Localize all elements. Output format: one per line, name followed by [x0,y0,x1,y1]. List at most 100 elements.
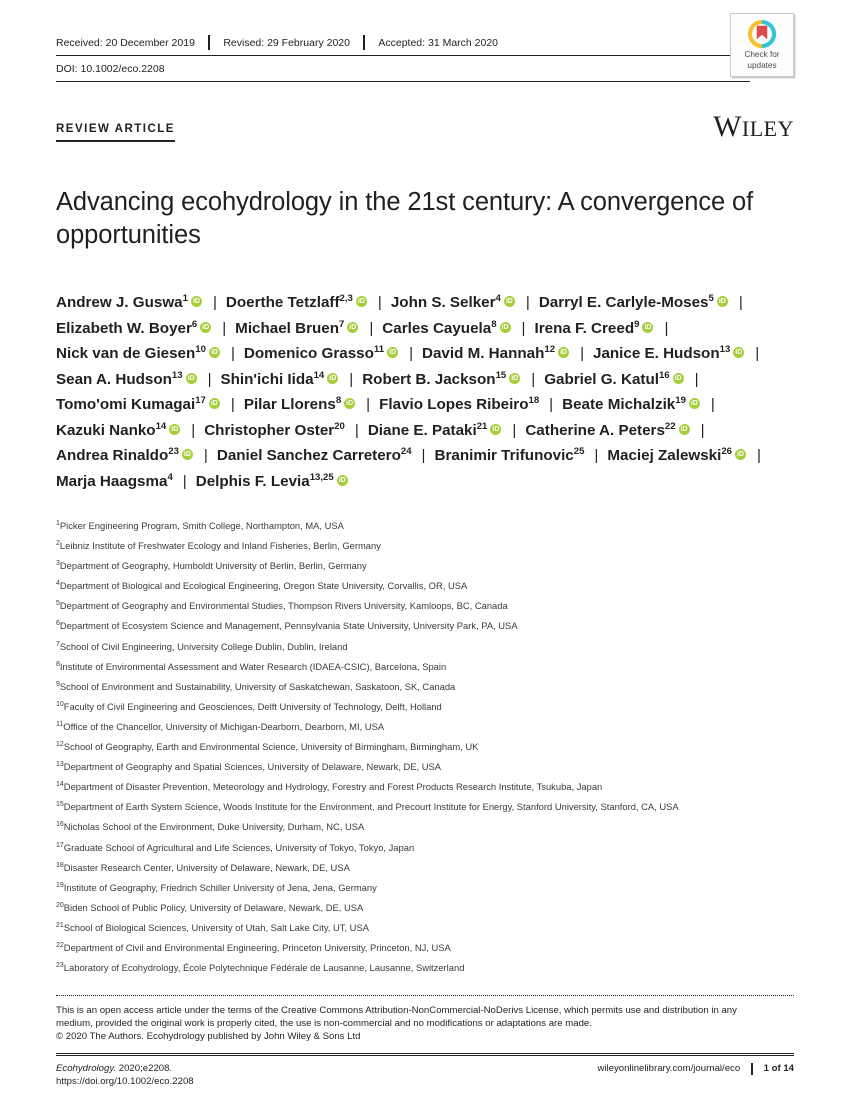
affiliation-text: Nicholas School of the Environment, Duke… [63,821,365,833]
author-entry: Nick van de Giesen10 [56,345,221,362]
doi-url[interactable]: https://doi.org/10.1002/eco.2208 [56,1075,194,1088]
author-separator: | [700,421,705,439]
author-affiliation-ref: 17 [195,394,206,406]
orcid-icon[interactable] [499,321,511,333]
orcid-icon[interactable] [642,321,654,333]
orcid-icon[interactable] [200,321,212,333]
author-separator: | [377,294,382,311]
author-entry: Marja Haagsma4 [56,472,173,489]
orcid-icon[interactable] [558,347,570,358]
affiliation-number: 13 [56,761,64,768]
author-name: Tomo'omi Kumagai [56,396,196,413]
orcid-icon[interactable] [678,423,690,435]
orcid-icon[interactable] [733,347,745,358]
affiliation-text: Department of Ecosystem Science and Mana… [59,620,518,632]
author-affiliation-ref: 13 [171,369,183,381]
orcid-icon[interactable] [490,423,502,435]
affiliation-item: 21School of Biological Sciences, Univers… [56,922,794,933]
author-name: Beate Michalzik [562,396,676,413]
author-entry: Christopher Oster20 [204,421,345,438]
orcid-icon[interactable] [169,423,181,435]
author-entry: Michael Bruen7 [235,319,359,337]
author-name: Irena F. Creed [534,319,635,337]
author-entry: Catherine A. Peters22 [525,420,690,439]
author-name: Branimir Trifunovic [434,447,574,464]
orcid-icon[interactable] [387,347,399,358]
orcid-icon[interactable] [344,398,356,409]
affiliation-item: 7School of Civil Engineering, University… [56,640,794,651]
journal-url[interactable]: wileyonlinelibrary.com/journal/eco [597,1062,751,1075]
orcid-icon[interactable] [672,372,684,384]
author-name: Maciej Zalewski [607,447,722,464]
orcid-icon[interactable] [190,296,202,307]
orcid-icon[interactable] [327,372,339,384]
affiliation-number: 16 [56,821,64,829]
orcid-icon[interactable] [716,296,728,307]
author-name: Elizabeth W. Boyer [56,319,192,337]
license-zone: This is an open access article under the… [56,995,794,1044]
author-name: Janice E. Hudson [593,345,720,362]
badge-label-line2: updates [747,60,777,70]
affiliation-text: Office of the Chancellor, University of … [63,720,385,732]
affiliation-list: 1Picker Engineering Program, Smith Colle… [56,520,794,973]
article-type-kicker: REVIEW ARTICLE [56,123,175,142]
orcid-icon[interactable] [688,398,700,409]
affiliation-number: 19 [56,881,64,889]
author-name: John S. Selker [390,294,496,311]
orcid-icon[interactable] [355,296,367,307]
author-affiliation-ref: 26 [721,445,733,457]
citation-volume: 2020;e2208. [116,1063,173,1075]
orcid-icon[interactable] [185,372,197,384]
author-separator: | [710,396,715,413]
orcid-icon[interactable] [208,398,220,409]
check-for-updates-badge[interactable]: Check for updates [730,13,794,77]
affiliation-text: School of Geography, Earth and Environme… [63,741,479,753]
accepted-date: Accepted: 31 March 2020 [378,37,499,49]
revised-date: Revised: 29 February 2020 [223,37,350,49]
affiliation-number: 18 [56,861,64,869]
author-separator: | [738,294,743,311]
author-entry: Diane E. Pataki21 [368,421,503,439]
author-entry: Pilar Llorens8 [244,396,356,413]
author-affiliation-ref: 11 [373,343,385,355]
orcid-icon[interactable] [347,321,359,333]
affiliation-item: 12School of Geography, Earth and Environ… [56,741,794,752]
affiliation-item: 2Leibniz Institute of Freshwater Ecology… [56,540,794,551]
affiliation-item: 10Faculty of Civil Engineering and Geosc… [56,701,794,712]
author-separator: | [349,370,354,388]
author-affiliation-ref: 12 [544,343,556,355]
doi-line: DOI: 10.1002/eco.2208 [56,56,750,82]
orcid-icon[interactable] [208,347,220,358]
orcid-icon[interactable] [503,296,515,307]
affiliation-number: 20 [56,901,64,909]
author-entry: David M. Hannah12 [422,345,570,362]
author-entry: Beate Michalzik19 [562,396,701,413]
author-separator: | [694,370,699,388]
affiliation-number: 22 [56,941,64,949]
orcid-icon[interactable] [181,449,193,460]
license-line-1: This is an open access article under the… [56,1005,737,1016]
orcid-icon[interactable] [735,449,747,460]
author-name: Carles Cayuela [382,319,492,337]
affiliation-text: Leibniz Institute of Freshwater Ecology … [59,540,381,552]
page-number: 1 of 14 [763,1063,794,1075]
affiliation-text: Biden School of Public Policy, Universit… [63,901,364,913]
author-separator: | [525,294,530,311]
author-affiliation-ref: 23 [168,445,179,457]
orcid-icon[interactable] [509,372,521,384]
orcid-icon[interactable] [336,474,348,486]
affiliation-text: Faculty of Civil Engineering and Geoscie… [63,700,442,712]
affiliation-item: 11Office of the Chancellor, University o… [56,721,794,732]
affiliation-item: 15Department of Earth System Science, Wo… [56,801,794,812]
author-affiliation-ref: 22 [664,420,676,432]
citation-line: Ecohydrology. 2020;e2208. [56,1062,194,1075]
affiliation-text: Disaster Research Center, University of … [63,861,350,873]
author-entry: Gabriel G. Katul16 [544,370,684,388]
author-affiliation-ref: 4 [495,292,501,304]
affiliation-text: Department of Civil and Environmental En… [63,941,451,953]
author-name: Delphis F. Levia [195,472,310,490]
author-name: Robert B. Jackson [362,370,496,388]
author-affiliation-ref: 13,25 [309,471,334,483]
affiliation-text: Institute of Environmental Assessment an… [59,660,447,672]
author-name: Shin'ichi Iida [220,370,314,388]
